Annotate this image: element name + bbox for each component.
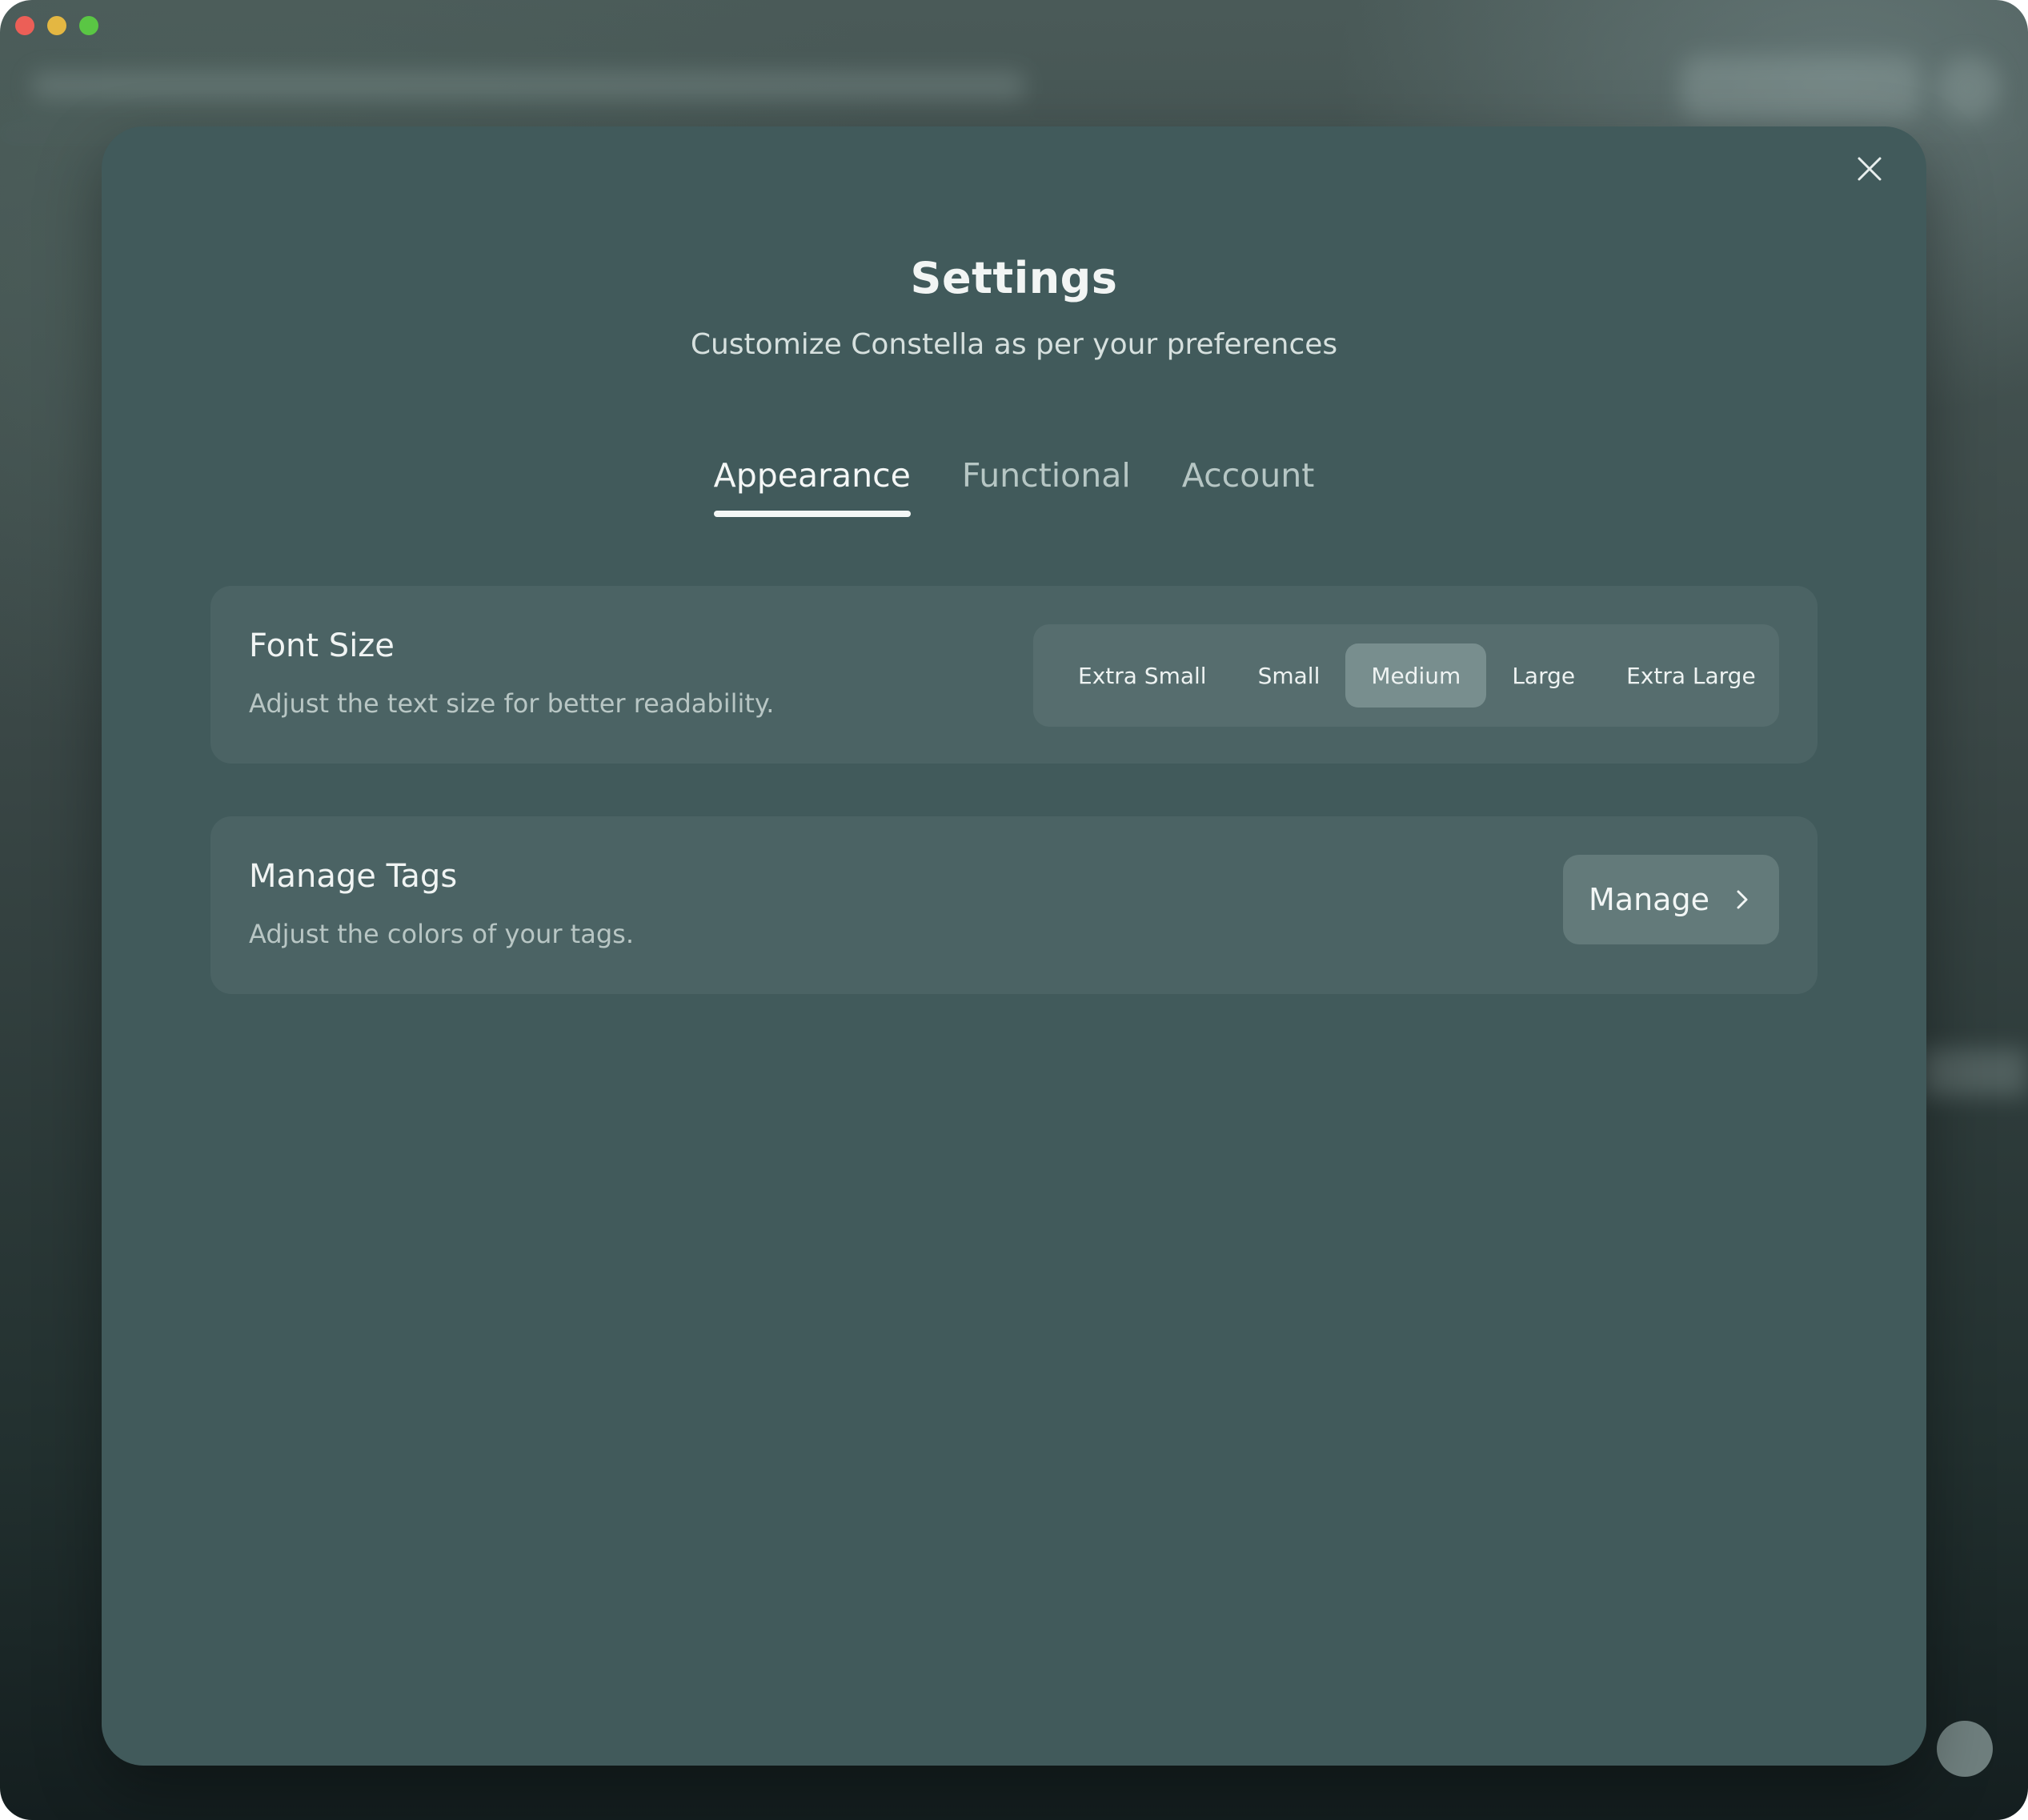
modal-close-button[interactable] — [1850, 150, 1890, 190]
background-panel — [1921, 1048, 2028, 1096]
font-size-card: Font Size Adjust the text size for bette… — [210, 586, 1818, 764]
font-size-selector: Extra Small Small Medium Large Extra Lar… — [1033, 624, 1779, 727]
manage-tags-title: Manage Tags — [249, 858, 458, 895]
manage-tags-button[interactable]: Manage — [1563, 855, 1779, 944]
settings-tabs: Appearance Functional Account — [102, 456, 1926, 517]
app-window: Settings Customize Constella as per your… — [0, 0, 2028, 1820]
background-floating-button — [1937, 1721, 1993, 1777]
settings-modal: Settings Customize Constella as per your… — [102, 126, 1926, 1766]
font-size-description: Adjust the text size for better readabil… — [249, 688, 775, 719]
chevron-right-icon — [1731, 888, 1753, 911]
background-avatar — [1937, 56, 2001, 120]
window-close-button[interactable] — [15, 16, 34, 35]
close-icon — [1856, 155, 1883, 186]
tab-functional[interactable]: Functional — [962, 456, 1131, 517]
tab-appearance[interactable]: Appearance — [713, 456, 912, 517]
window-minimize-button[interactable] — [47, 16, 66, 35]
background-search — [1681, 56, 1921, 120]
page-title: Settings — [910, 253, 1118, 303]
manage-tags-description: Adjust the colors of your tags. — [249, 919, 634, 949]
font-size-title: Font Size — [249, 627, 395, 664]
font-size-option-large[interactable]: Large — [1486, 643, 1601, 708]
background-toolbar — [32, 72, 1024, 99]
font-size-option-extra-large[interactable]: Extra Large — [1601, 643, 1782, 708]
window-zoom-button[interactable] — [79, 16, 98, 35]
tab-account[interactable]: Account — [1182, 456, 1315, 517]
manage-tags-card: Manage Tags Adjust the colors of your ta… — [210, 816, 1818, 994]
font-size-option-small[interactable]: Small — [1232, 643, 1346, 708]
font-size-option-medium[interactable]: Medium — [1345, 643, 1487, 708]
font-size-option-extra-small[interactable]: Extra Small — [1052, 643, 1232, 708]
manage-button-label: Manage — [1589, 882, 1709, 917]
page-subtitle: Customize Constella as per your preferen… — [690, 328, 1338, 361]
